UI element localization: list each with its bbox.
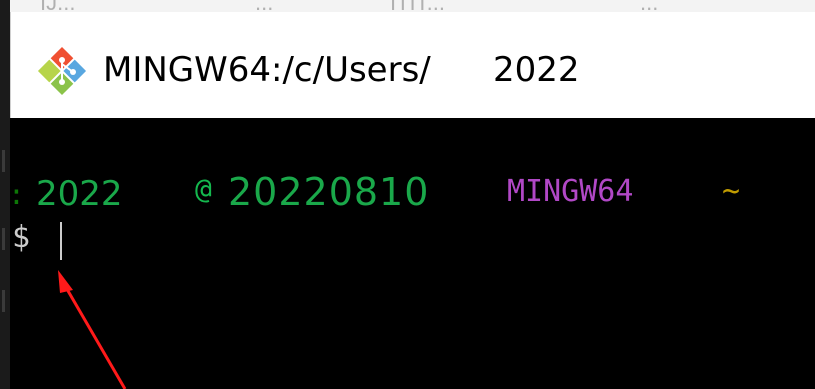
prompt-user: 2022 <box>36 174 123 214</box>
prompt-line: : 2022 @ 20220810 MINGW64 ~ <box>10 170 815 220</box>
prompt-env: MINGW64 <box>507 174 634 209</box>
prompt-host: 20220810 <box>228 170 430 214</box>
desktop-edge <box>0 0 10 389</box>
desktop-edge-mark <box>2 228 5 250</box>
clipped-glyph: : <box>10 178 25 211</box>
prompt-cwd: ~ <box>722 174 741 209</box>
window-title: MINGW64:/c/Users/2022 <box>103 48 580 92</box>
desktop-edge-mark <box>2 290 5 312</box>
text-cursor[interactable] <box>60 222 62 260</box>
title-bar[interactable]: MINGW64:/c/Users/2022 <box>10 12 815 118</box>
screenshot-root: IJ... ... ITIT... ... <box>0 0 815 389</box>
desktop-edge-mark <box>2 150 5 172</box>
prompt-dollar: $ <box>12 220 31 255</box>
prompt-at-sign: @ <box>195 172 212 205</box>
terminal-window[interactable]: MINGW64:/c/Users/2022 : 2022 @ 20220810 … <box>10 12 815 389</box>
git-bash-diamond-icon <box>37 46 87 96</box>
background-text: ... <box>640 0 658 12</box>
background-text: ... <box>255 0 273 12</box>
window-title-suffix: 2022 <box>487 48 580 92</box>
background-window-strip: IJ... ... ITIT... ... <box>0 0 815 12</box>
terminal-area[interactable]: : 2022 @ 20220810 MINGW64 ~ $ <box>10 118 815 389</box>
window-title-path: MINGW64:/c/Users/ <box>103 50 431 90</box>
command-line[interactable]: $ <box>10 218 210 262</box>
background-text: IJ... <box>40 0 75 12</box>
background-text: ITIT... <box>390 0 445 12</box>
